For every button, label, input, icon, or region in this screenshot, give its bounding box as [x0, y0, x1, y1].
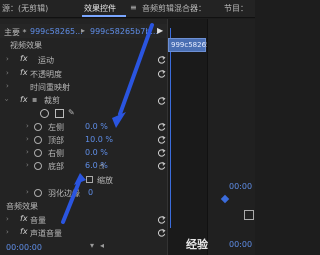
- annotation-arrow-top: [112, 23, 154, 128]
- annotation-arrow-bottom: [61, 173, 86, 224]
- annotation-arrows: [61, 23, 154, 224]
